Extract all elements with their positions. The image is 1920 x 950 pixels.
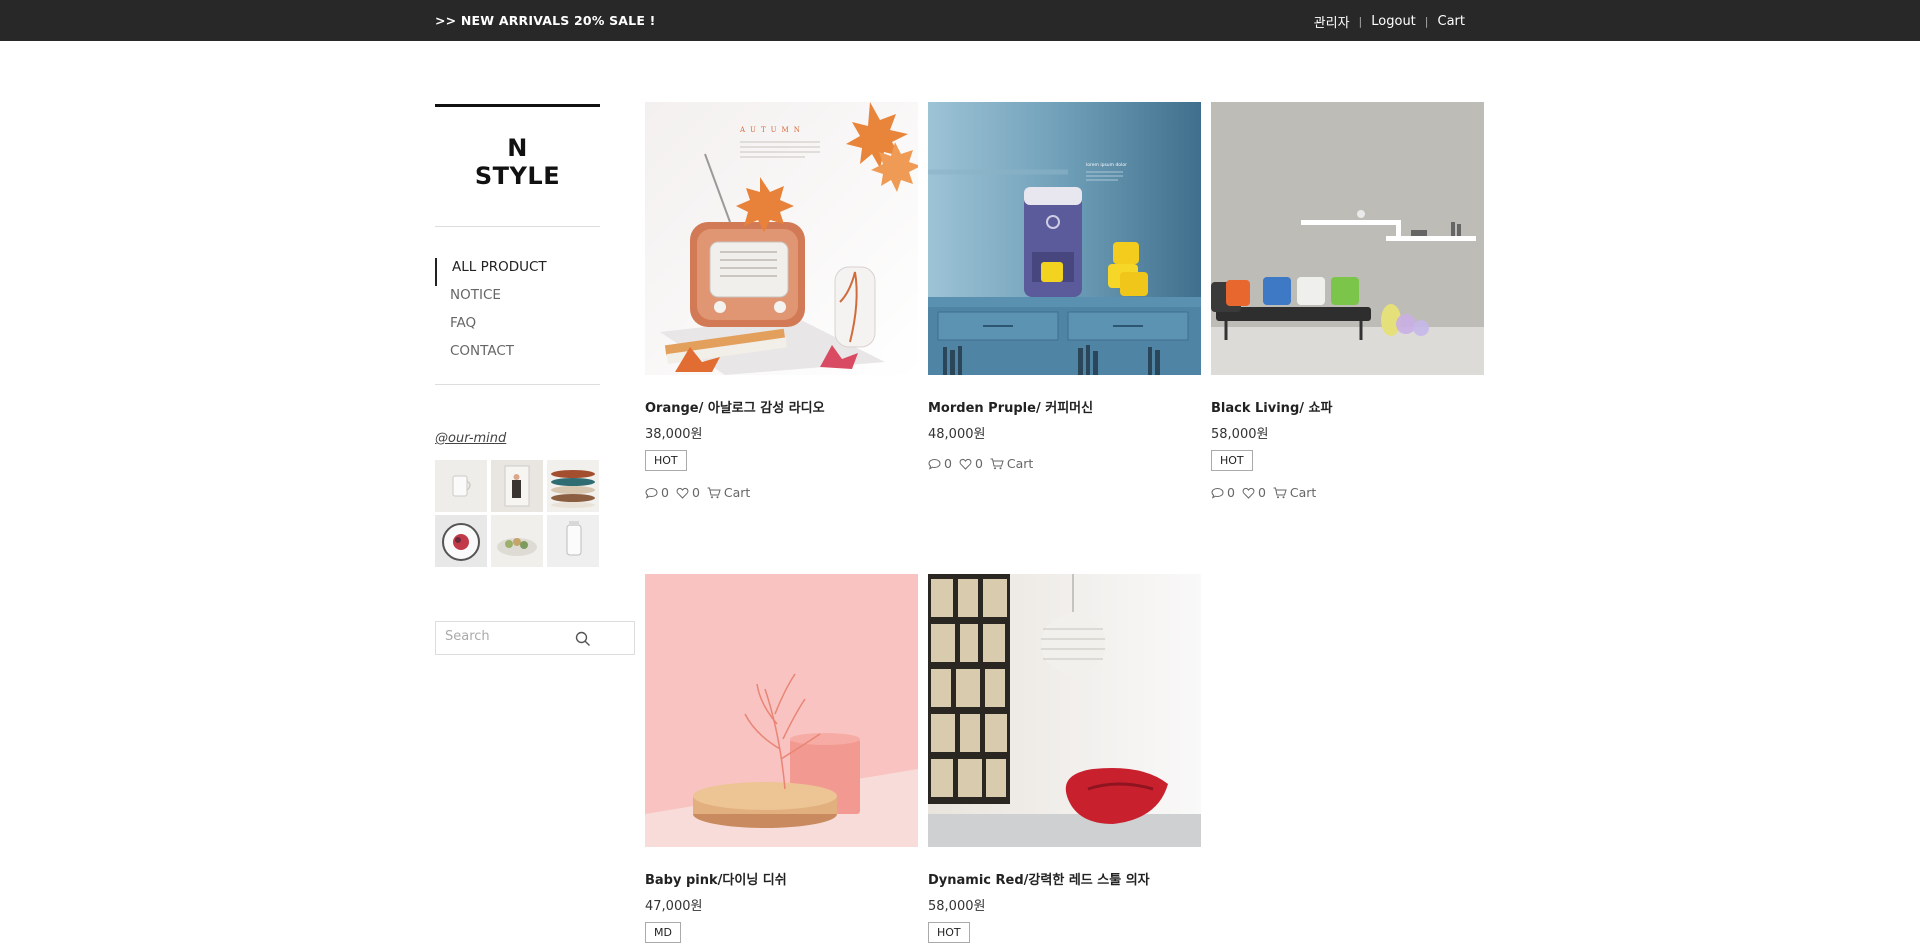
heart-icon	[1242, 487, 1255, 499]
product-price: 58,000원	[928, 899, 986, 914]
heart-icon	[676, 487, 689, 499]
product-price: 38,000원	[645, 427, 703, 442]
product-name[interactable]: Dynamic Red/강력한 레드 스툴 의자	[928, 869, 1201, 888]
logo-top-line	[435, 104, 600, 107]
search-box	[435, 621, 635, 655]
search-icon[interactable]	[574, 630, 592, 648]
svg-text:AUTUMN: AUTUMN	[739, 126, 805, 134]
comment-icon	[928, 458, 941, 470]
product-card: Baby pink/다이닝 디쉬 47,000원 MD	[645, 574, 918, 943]
product-meta: 0 0 Cart	[928, 456, 1201, 471]
likes-value: 0	[1257, 485, 1266, 500]
promo-banner-text[interactable]: >> NEW ARRIVALS 20% SALE !	[435, 13, 656, 28]
product-card: lorem ipsum dolor Morden Pruple/ 커피머신 48…	[928, 102, 1201, 471]
sidebar-menu: ALL PRODUCT NOTICE FAQ CONTACT	[435, 258, 600, 370]
cart-link[interactable]: Cart	[1438, 14, 1466, 29]
cart-icon	[707, 487, 721, 498]
sidebar-item-contact[interactable]: CONTACT	[435, 342, 600, 370]
sidebar-item-all-product[interactable]: ALL PRODUCT	[435, 258, 600, 286]
likes-count[interactable]: 0	[959, 456, 983, 471]
comments-count[interactable]: 0	[928, 456, 952, 471]
insta-thumb-dessert[interactable]	[435, 515, 487, 567]
heart-icon	[959, 458, 972, 470]
insta-thumb-poster[interactable]	[491, 460, 543, 512]
product-image-red-chair[interactable]	[928, 574, 1201, 847]
product-meta: 0 0 Cart	[1211, 485, 1484, 500]
cart-label: Cart	[1289, 485, 1317, 500]
product-price: 58,000원	[1211, 427, 1269, 442]
product-badge: MD	[645, 922, 681, 943]
add-to-cart-button[interactable]: Cart	[990, 456, 1033, 471]
cart-icon	[990, 458, 1004, 469]
divider	[435, 384, 600, 385]
product-name[interactable]: Morden Pruple/ 커피머신	[928, 397, 1201, 416]
comments-count[interactable]: 0	[1211, 485, 1235, 500]
link-separator: |	[1424, 15, 1429, 28]
link-separator: |	[1358, 15, 1363, 28]
insta-thumb-cup[interactable]	[435, 460, 487, 512]
product-badge: HOT	[1211, 450, 1253, 471]
cart-label: Cart	[723, 485, 751, 500]
admin-link[interactable]: 관리자	[1314, 12, 1350, 31]
top-bar: >> NEW ARRIVALS 20% SALE ! 관리자 | Logout …	[0, 0, 1920, 41]
product-price: 47,000원	[645, 899, 703, 914]
logo-line-1: N	[507, 134, 528, 162]
comments-value: 0	[1227, 485, 1235, 500]
logo-line-2: STYLE	[474, 162, 561, 190]
product-image-autumn-radio[interactable]: AUTUMN	[645, 102, 918, 375]
product-image-coffee-machine[interactable]: lorem ipsum dolor	[928, 102, 1201, 375]
product-badge: HOT	[928, 922, 970, 943]
sidebar-item-faq[interactable]: FAQ	[435, 314, 600, 342]
insta-thumb-platter[interactable]	[491, 515, 543, 567]
insta-thumb-kettle[interactable]	[547, 515, 599, 567]
cart-icon	[1273, 487, 1287, 498]
product-image-living-sofa[interactable]	[1211, 102, 1484, 375]
search-input[interactable]	[445, 629, 565, 644]
sidebar: N STYLE ALL PRODUCT NOTICE FAQ CONTACT @…	[435, 104, 635, 655]
likes-value: 0	[691, 485, 700, 500]
add-to-cart-button[interactable]: Cart	[707, 485, 750, 500]
top-links: 관리자 | Logout | Cart	[1314, 12, 1465, 31]
product-badge: HOT	[645, 450, 687, 471]
likes-count[interactable]: 0	[676, 485, 700, 500]
insta-thumb-plates[interactable]	[547, 460, 599, 512]
svg-text:lorem ipsum dolor: lorem ipsum dolor	[1086, 162, 1127, 168]
product-card: Dynamic Red/강력한 레드 스툴 의자 58,000원 HOT	[928, 574, 1201, 943]
product-price: 48,000원	[928, 427, 986, 442]
product-name[interactable]: Baby pink/다이닝 디쉬	[645, 869, 918, 888]
product-card: Black Living/ 쇼파 58,000원 HOT 0 0 Cart	[1211, 102, 1484, 500]
sidebar-item-notice[interactable]: NOTICE	[435, 286, 600, 314]
product-card: AUTUMN Orange/ 아날로그 감성 라디오 38,000원 HOT 0…	[645, 102, 918, 500]
comment-icon	[645, 487, 658, 499]
comment-icon	[1211, 487, 1224, 499]
instagram-thumbnails	[435, 460, 600, 567]
product-name[interactable]: Black Living/ 쇼파	[1211, 397, 1484, 416]
likes-value: 0	[974, 456, 983, 471]
likes-count[interactable]: 0	[1242, 485, 1266, 500]
product-meta: 0 0 Cart	[645, 485, 918, 500]
comments-value: 0	[661, 485, 669, 500]
divider	[435, 226, 600, 227]
logout-link[interactable]: Logout	[1371, 14, 1416, 29]
add-to-cart-button[interactable]: Cart	[1273, 485, 1316, 500]
instagram-handle-link[interactable]: @our-mind	[435, 431, 600, 446]
product-image-pink-dish[interactable]	[645, 574, 918, 847]
site-logo[interactable]: N STYLE	[435, 134, 600, 190]
cart-label: Cart	[1006, 456, 1034, 471]
comments-value: 0	[944, 456, 952, 471]
comments-count[interactable]: 0	[645, 485, 669, 500]
product-name[interactable]: Orange/ 아날로그 감성 라디오	[645, 397, 918, 416]
